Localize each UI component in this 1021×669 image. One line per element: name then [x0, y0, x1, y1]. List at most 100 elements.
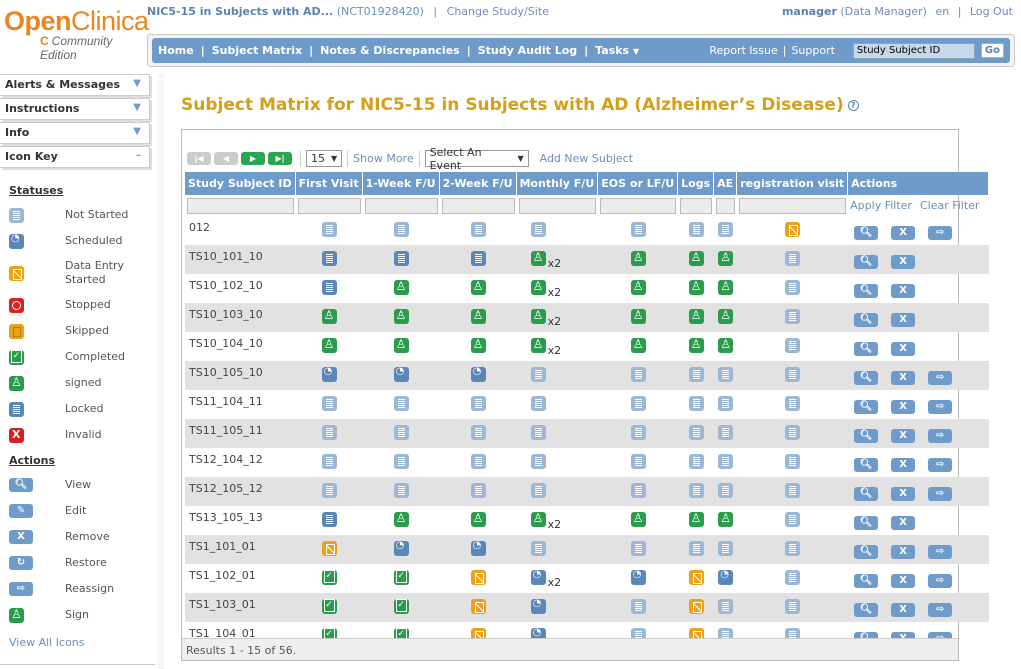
- column-header[interactable]: 1-Week F/U: [362, 172, 440, 195]
- signed-icon[interactable]: [393, 279, 409, 295]
- logout-link[interactable]: Log Out: [970, 5, 1013, 18]
- view-button[interactable]: 🔍︎: [854, 487, 879, 501]
- remove-button[interactable]: X: [891, 313, 916, 327]
- signed-icon[interactable]: [718, 279, 734, 295]
- signed-icon[interactable]: [470, 308, 486, 324]
- signed-icon[interactable]: [630, 279, 646, 295]
- scheduled-icon[interactable]: [393, 366, 409, 382]
- not-started-icon[interactable]: [321, 483, 337, 498]
- column-header[interactable]: Logs: [678, 172, 715, 195]
- locked-icon[interactable]: [321, 251, 337, 266]
- not-started-icon[interactable]: [785, 541, 801, 556]
- signed-icon[interactable]: [530, 511, 546, 527]
- data-entry-started-icon[interactable]: [470, 599, 486, 614]
- report-issue-link[interactable]: Report Issue: [709, 44, 777, 57]
- column-header[interactable]: AE: [714, 172, 738, 195]
- nav-study-audit-log[interactable]: Study Audit Log: [478, 44, 577, 57]
- remove-button[interactable]: X: [891, 342, 916, 356]
- signed-icon[interactable]: [688, 250, 704, 266]
- signed-icon[interactable]: [718, 337, 734, 353]
- view-button[interactable]: 🔍︎: [854, 545, 879, 559]
- support-link[interactable]: Support: [791, 44, 834, 57]
- reassign-button[interactable]: ⇨: [928, 371, 953, 385]
- not-started-icon[interactable]: [530, 222, 546, 237]
- reassign-button[interactable]: ⇨: [928, 603, 953, 617]
- not-started-icon[interactable]: [530, 541, 546, 556]
- not-started-icon[interactable]: [393, 425, 409, 440]
- not-started-icon[interactable]: [393, 454, 409, 469]
- column-header[interactable]: Study Subject ID: [185, 172, 296, 195]
- view-button[interactable]: 🔍︎: [854, 313, 879, 327]
- scheduled-icon[interactable]: [530, 598, 546, 614]
- not-started-icon[interactable]: [785, 599, 801, 614]
- reassign-button[interactable]: ⇨: [928, 429, 953, 443]
- reassign-button[interactable]: ⇨: [928, 400, 953, 414]
- remove-button[interactable]: X: [891, 371, 916, 385]
- not-started-icon[interactable]: [718, 367, 734, 382]
- column-header[interactable]: Actions: [848, 172, 990, 195]
- sidebar-tab-instructions[interactable]: Instructions ▼: [0, 98, 150, 120]
- not-started-icon[interactable]: [785, 280, 801, 295]
- not-started-icon[interactable]: [321, 425, 337, 440]
- remove-button[interactable]: X: [891, 226, 916, 240]
- not-started-icon[interactable]: [630, 483, 646, 498]
- not-started-icon[interactable]: [785, 367, 801, 382]
- not-started-icon[interactable]: [630, 367, 646, 382]
- nav-subject-matrix[interactable]: Subject Matrix: [212, 44, 302, 57]
- column-header[interactable]: 2-Week F/U: [439, 172, 517, 195]
- study-name[interactable]: NIC5-15 in Subjects with AD...: [147, 5, 333, 18]
- scheduled-icon[interactable]: [321, 366, 337, 382]
- view-button[interactable]: 🔍︎: [854, 226, 879, 240]
- signed-icon[interactable]: [321, 337, 337, 353]
- scheduled-icon[interactable]: [470, 540, 486, 556]
- signed-icon[interactable]: [718, 511, 734, 527]
- column-filter-input[interactable]: [680, 197, 713, 214]
- signed-icon[interactable]: [321, 308, 337, 324]
- first-page-button[interactable]: |◀: [187, 152, 211, 165]
- remove-button[interactable]: X: [891, 574, 916, 588]
- not-started-icon[interactable]: [688, 367, 704, 382]
- scheduled-icon[interactable]: [718, 569, 734, 585]
- remove-button[interactable]: X: [891, 545, 916, 559]
- signed-icon[interactable]: [688, 337, 704, 353]
- signed-icon[interactable]: [470, 511, 486, 527]
- signed-icon[interactable]: [470, 279, 486, 295]
- data-entry-started-icon[interactable]: [688, 599, 704, 614]
- not-started-icon[interactable]: [718, 425, 734, 440]
- not-started-icon[interactable]: [630, 541, 646, 556]
- openclinica-logo[interactable]: OpenClinica C Community Edition: [4, 6, 149, 62]
- not-started-icon[interactable]: [470, 483, 486, 498]
- remove-button[interactable]: X: [891, 429, 916, 443]
- reassign-button[interactable]: ⇨: [928, 226, 953, 240]
- column-filter-input[interactable]: [441, 197, 515, 214]
- not-started-icon[interactable]: [321, 222, 337, 237]
- remove-button[interactable]: X: [891, 255, 916, 269]
- not-started-icon[interactable]: [718, 454, 734, 469]
- data-entry-started-icon[interactable]: [688, 570, 704, 585]
- not-started-icon[interactable]: [688, 454, 704, 469]
- not-started-icon[interactable]: [718, 541, 734, 556]
- not-started-icon[interactable]: [785, 425, 801, 440]
- locked-icon[interactable]: [393, 251, 409, 266]
- signed-icon[interactable]: [630, 337, 646, 353]
- signed-icon[interactable]: [630, 511, 646, 527]
- collapse-icon[interactable]: –: [136, 150, 141, 161]
- signed-icon[interactable]: [630, 308, 646, 324]
- not-started-icon[interactable]: [785, 396, 801, 411]
- view-all-icons-link[interactable]: View All Icons: [9, 636, 160, 649]
- view-button[interactable]: 🔍︎: [854, 284, 879, 298]
- not-started-icon[interactable]: [630, 396, 646, 411]
- sidebar-tab-info[interactable]: Info ▼: [0, 122, 150, 144]
- not-started-icon[interactable]: [785, 570, 801, 585]
- column-filter-input[interactable]: [297, 197, 361, 214]
- completed-icon[interactable]: [393, 599, 409, 614]
- column-filter-input[interactable]: [518, 197, 597, 214]
- not-started-icon[interactable]: [718, 222, 734, 237]
- not-started-icon[interactable]: [688, 222, 704, 237]
- not-started-icon[interactable]: [470, 222, 486, 237]
- view-button[interactable]: 🔍︎: [854, 458, 879, 472]
- not-started-icon[interactable]: [785, 454, 801, 469]
- last-page-button[interactable]: ▶|: [268, 152, 292, 165]
- signed-icon[interactable]: [688, 279, 704, 295]
- not-started-icon[interactable]: [785, 309, 801, 324]
